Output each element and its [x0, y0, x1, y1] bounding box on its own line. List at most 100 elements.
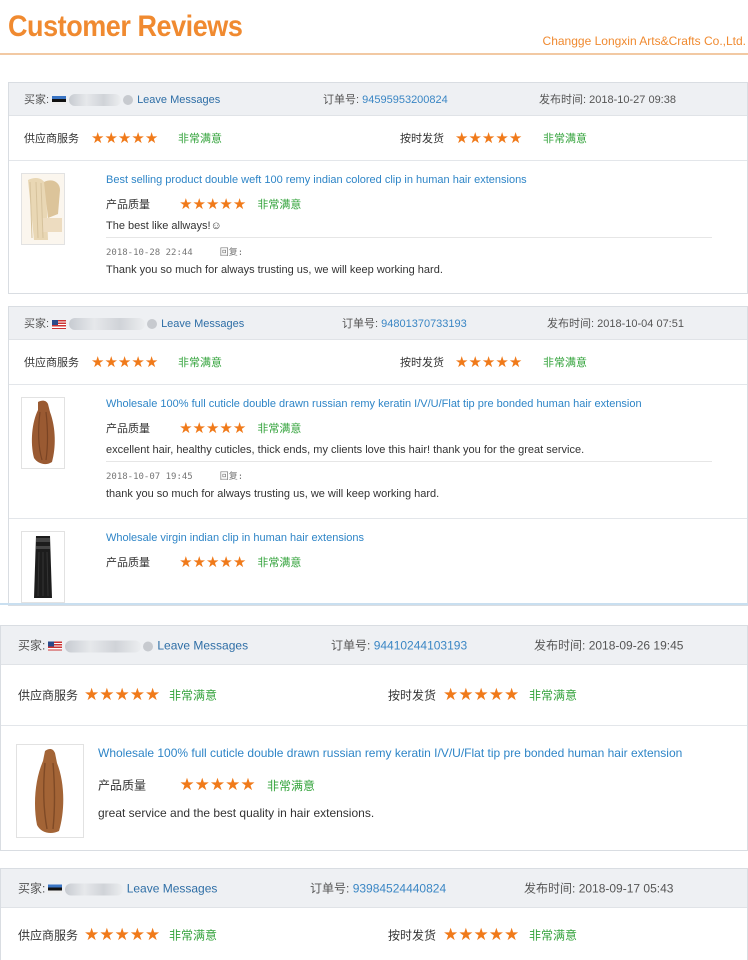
star-icon: ★: [232, 196, 247, 213]
star-icon: ★: [205, 554, 220, 571]
reply-label: 回复:: [219, 248, 244, 258]
star-icon: ★: [481, 354, 496, 371]
product-title-link[interactable]: Wholesale 100% full cuticle double drawn…: [98, 746, 682, 760]
delivery-label: 按时发货: [400, 357, 444, 369]
delivery-label: 按时发货: [400, 133, 444, 145]
comment-divider: [106, 461, 712, 462]
publish-label: 发布时间:: [547, 318, 595, 330]
star-rating: ★★★★★: [179, 196, 246, 213]
order-number-link[interactable]: 93984524440824: [353, 882, 446, 896]
supplier-service-label: 供应商服务: [18, 688, 79, 703]
leave-messages-link[interactable]: Leave Messages: [127, 882, 218, 896]
product-review: Wholesale 100% full cuticle double drawn…: [1, 726, 747, 850]
product-thumbnail[interactable]: [21, 397, 65, 469]
star-rating: ★★★★★: [179, 554, 246, 571]
buyer-info: 买家: Leave Messages: [24, 315, 244, 331]
star-icon: ★: [91, 130, 105, 147]
star-icon: ★: [209, 775, 226, 794]
user-icon: [147, 319, 158, 330]
leave-messages-link[interactable]: Leave Messages: [157, 639, 248, 653]
review-comment: The best like allways!☺: [106, 220, 222, 232]
supplier-service-label: 供应商服务: [24, 133, 79, 145]
supplier-service-label: 供应商服务: [24, 357, 79, 369]
product-title-link[interactable]: Best selling product double weft 100 rem…: [106, 174, 527, 186]
page-title: Customer Reviews: [8, 10, 243, 43]
star-rating: ★★★★★: [443, 685, 519, 705]
order-info: 订单号: 94410244103193: [331, 637, 467, 654]
publish-time: 2018-09-26 19:45: [588, 638, 684, 653]
review-header-bar: 买家: Leave Messages 订单号: 93984524440824 发…: [1, 869, 747, 908]
header-divider: [0, 53, 748, 55]
satisfaction-text: 非常满意: [543, 133, 587, 145]
star-rating: ★★★★★: [443, 925, 519, 945]
star-icon: ★: [131, 354, 145, 371]
review-card: 买家: Leave Messages 订单号: 94595953200824 发布…: [8, 82, 748, 294]
product-title-link[interactable]: Wholesale virgin indian clip in human ha…: [106, 532, 364, 544]
seller-reply: thank you so much for always trusting us…: [106, 488, 440, 500]
product-quality-row: 产品质量 ★★★★★ 非常满意: [98, 775, 315, 795]
review-header-bar: 买家: Leave Messages 订单号: 94410244103193 发布…: [1, 626, 747, 665]
publish-info: 发布时间: 2018-09-17 05:43: [524, 880, 673, 897]
satisfaction-text: 非常满意: [529, 688, 578, 703]
star-icon: ★: [468, 354, 482, 371]
satisfaction-text: 非常满意: [178, 357, 222, 369]
star-rating: ★★★★★: [91, 129, 158, 147]
product-quality-label: 产品质量: [106, 423, 150, 435]
star-icon: ★: [192, 554, 206, 571]
star-icon: ★: [240, 775, 256, 794]
publish-time: 2018-10-04 07:51: [597, 318, 684, 330]
service-ratings-row: 供应商服务 ★★★★★ 非常满意 按时发货 ★★★★★ 非常满意: [9, 340, 747, 385]
product-thumbnail[interactable]: [16, 744, 84, 838]
flag-icon: [48, 884, 63, 894]
star-icon: ★: [473, 685, 489, 704]
reply-meta: 2018-10-28 22:44 回复:: [106, 245, 243, 258]
star-rating: ★★★★★: [179, 775, 255, 794]
star-icon: ★: [192, 196, 206, 213]
buyer-name-blurred: [65, 883, 124, 896]
seller-reply: Thank you so much for always trusting us…: [106, 264, 443, 276]
star-icon: ★: [481, 130, 496, 147]
order-number-link[interactable]: 94595953200824: [362, 94, 448, 106]
star-rating: ★★★★★: [84, 685, 160, 705]
order-number-link[interactable]: 94410244103193: [374, 639, 467, 653]
star-icon: ★: [495, 130, 509, 147]
satisfaction-text: 非常满意: [169, 688, 218, 703]
product-review: Wholesale virgin indian clip in human ha…: [9, 519, 747, 605]
star-icon: ★: [131, 130, 145, 147]
product-title-link[interactable]: Wholesale 100% full cuticle double drawn…: [106, 398, 642, 410]
review-card: 买家: Leave Messages 订单号: 94801370733193 发布…: [8, 306, 748, 606]
star-icon: ★: [488, 925, 504, 944]
user-icon: [123, 95, 134, 106]
leave-messages-link[interactable]: Leave Messages: [137, 94, 220, 106]
star-icon: ★: [232, 554, 247, 571]
product-quality-label: 产品质量: [106, 199, 150, 211]
leave-messages-link[interactable]: Leave Messages: [161, 318, 244, 330]
publish-info: 发布时间: 2018-10-27 09:38: [539, 91, 676, 107]
publish-label: 发布时间:: [524, 881, 576, 896]
star-icon: ★: [104, 130, 118, 147]
satisfaction-text: 非常满意: [257, 557, 302, 569]
star-icon: ★: [504, 685, 520, 704]
product-thumbnail[interactable]: [21, 531, 65, 603]
star-icon: ★: [225, 775, 241, 794]
service-ratings-row: 供应商服务 ★★★★★ 非常满意 按时发货 ★★★★★ 非常满意: [1, 665, 747, 726]
buyer-info: 买家: Leave Messages: [18, 880, 217, 897]
star-icon: ★: [455, 130, 469, 147]
hair-image-icon: [22, 174, 64, 244]
star-icon: ★: [219, 196, 233, 213]
star-icon: ★: [473, 925, 489, 944]
star-icon: ★: [205, 196, 220, 213]
product-thumbnail[interactable]: [21, 173, 65, 245]
satisfaction-text: 非常满意: [257, 199, 302, 211]
delivery-label: 按时发货: [388, 928, 437, 943]
section-divider: [0, 603, 748, 605]
reply-label: 回复:: [219, 472, 244, 482]
hair-image-icon: [17, 745, 83, 837]
order-number-link[interactable]: 94801370733193: [381, 318, 467, 330]
buyer-name-blurred: [65, 640, 142, 653]
star-icon: ★: [205, 420, 220, 437]
star-icon: ★: [458, 685, 474, 704]
star-icon: ★: [468, 130, 482, 147]
supplier-service-label: 供应商服务: [18, 928, 79, 943]
star-icon: ★: [455, 354, 469, 371]
